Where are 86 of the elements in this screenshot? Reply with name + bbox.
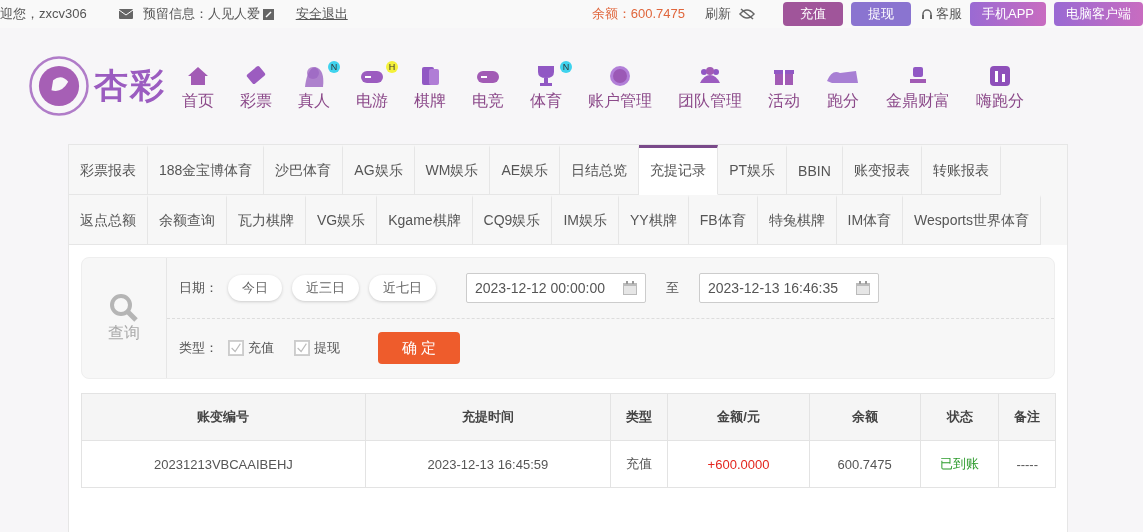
checkbox-icon[interactable]	[294, 340, 310, 357]
type-checkbox[interactable]: 提现	[294, 339, 340, 358]
nav-link[interactable]: 嗨跑分	[976, 90, 1024, 112]
nav-link[interactable]: 首页	[182, 90, 214, 112]
column-header: 状态	[920, 393, 999, 441]
report-tab[interactable]: IM体育	[836, 195, 904, 245]
withdraw-button[interactable]: 提现	[851, 2, 911, 26]
column-header: 余额	[809, 393, 921, 441]
quick-range-button[interactable]: 近七日	[369, 274, 436, 301]
report-tab[interactable]: 188金宝博体育	[148, 145, 265, 195]
report-tab[interactable]: Wesports世界体育	[903, 195, 1041, 245]
table-cell: 充值	[610, 440, 668, 488]
report-tab[interactable]: BBIN	[787, 145, 843, 195]
column-header: 账变编号	[81, 393, 366, 441]
eye-hidden-icon[interactable]	[739, 8, 755, 20]
calendar-icon[interactable]	[623, 280, 637, 295]
table-cell: 2023-12-13 16:45:59	[365, 440, 611, 488]
desktop-client-button[interactable]: 电脑客户端	[1054, 2, 1143, 26]
report-tab[interactable]: FB体育	[688, 195, 758, 245]
query-label: 查询	[108, 322, 140, 343]
report-tab[interactable]: 沙巴体育	[264, 145, 344, 195]
nav-link[interactable]: 跑分	[827, 90, 859, 112]
nav-link[interactable]: 账户管理	[588, 90, 652, 112]
edit-icon[interactable]	[262, 8, 274, 20]
report-tab[interactable]: AE娱乐	[490, 145, 561, 195]
nav-badge: H	[386, 60, 398, 73]
service-link[interactable]: 客服	[936, 5, 962, 23]
nav-link[interactable]: 电竞	[472, 90, 504, 112]
nav-link[interactable]: 真人	[298, 90, 330, 112]
report-tab[interactable]: WM娱乐	[414, 145, 491, 195]
table-cell: +600.0000	[667, 440, 810, 488]
logout-link[interactable]: 安全退出	[295, 5, 348, 23]
mail-icon[interactable]	[118, 9, 133, 19]
nav-link[interactable]: 棋牌	[414, 90, 446, 112]
report-tab[interactable]: 账变报表	[842, 145, 922, 195]
report-tab[interactable]: IM娱乐	[552, 195, 619, 245]
balance: 余额：600.7475	[591, 5, 685, 23]
table-cell: 20231213VBCAAIBEHJ	[81, 440, 366, 488]
logo-text: 杏彩	[94, 65, 166, 106]
to-label: 至	[666, 278, 679, 297]
nav-link[interactable]: 团队管理	[678, 90, 742, 112]
report-tab[interactable]: PT娱乐	[718, 145, 788, 195]
logo-icon	[28, 55, 90, 117]
column-header: 充提时间	[365, 393, 611, 441]
greeting: 迎您，zxcv306	[0, 5, 87, 23]
nav-link[interactable]: 活动	[768, 90, 800, 112]
start-date-field[interactable]: 2023-12-12 00:00:00	[466, 272, 646, 303]
nav-badge: N	[560, 60, 572, 73]
nav-link[interactable]: 金鼎财富	[886, 90, 950, 112]
calendar-icon[interactable]	[856, 280, 870, 295]
report-tab[interactable]: AG娱乐	[343, 145, 415, 195]
table-cell: -----	[998, 440, 1056, 488]
end-date-field[interactable]: 2023-12-13 16:46:35	[699, 272, 879, 303]
nav-link[interactable]: 彩票	[240, 90, 272, 112]
quick-range-button[interactable]: 近三日	[292, 274, 359, 301]
report-tab[interactable]: 余额查询	[148, 195, 227, 245]
report-tab[interactable]: 特兔棋牌	[757, 195, 837, 245]
date-label: 日期：	[179, 278, 218, 297]
report-tab[interactable]: YY棋牌	[618, 195, 689, 245]
mobile-app-button[interactable]: 手机APP	[970, 2, 1046, 26]
table-cell: 600.7475	[809, 440, 921, 488]
column-header: 备注	[998, 393, 1056, 441]
quick-range-button[interactable]: 今日	[228, 274, 282, 301]
report-tab[interactable]: 充提记录	[639, 145, 719, 195]
nav-link[interactable]: 体育	[530, 90, 562, 112]
report-tab[interactable]: 日结总览	[560, 145, 640, 195]
column-header: 金额/元	[667, 393, 810, 441]
reserved-info: 预留信息：人见人爱	[142, 5, 260, 23]
table-cell: 已到账	[920, 440, 999, 488]
checkbox-icon[interactable]	[228, 340, 244, 357]
report-tab[interactable]: VG娱乐	[306, 195, 378, 245]
type-label: 类型：	[179, 339, 218, 358]
column-header: 类型	[610, 393, 668, 441]
type-checkbox[interactable]: 充值	[228, 339, 274, 358]
deposit-button[interactable]: 充值	[783, 2, 843, 26]
report-tab[interactable]: 转账报表	[921, 145, 1001, 195]
headset-icon[interactable]	[921, 8, 933, 20]
refresh-link[interactable]: 刷新	[705, 5, 731, 23]
report-tab[interactable]: 瓦力棋牌	[227, 195, 306, 245]
search-icon	[109, 292, 139, 323]
report-tab[interactable]: Kgame棋牌	[377, 195, 473, 245]
report-tab[interactable]: 返点总额	[69, 195, 148, 245]
nav-badge: N	[328, 60, 340, 73]
report-tab[interactable]: CQ9娱乐	[472, 195, 553, 245]
nav-link[interactable]: 电游	[356, 90, 388, 112]
report-tab[interactable]: 彩票报表	[69, 145, 148, 195]
